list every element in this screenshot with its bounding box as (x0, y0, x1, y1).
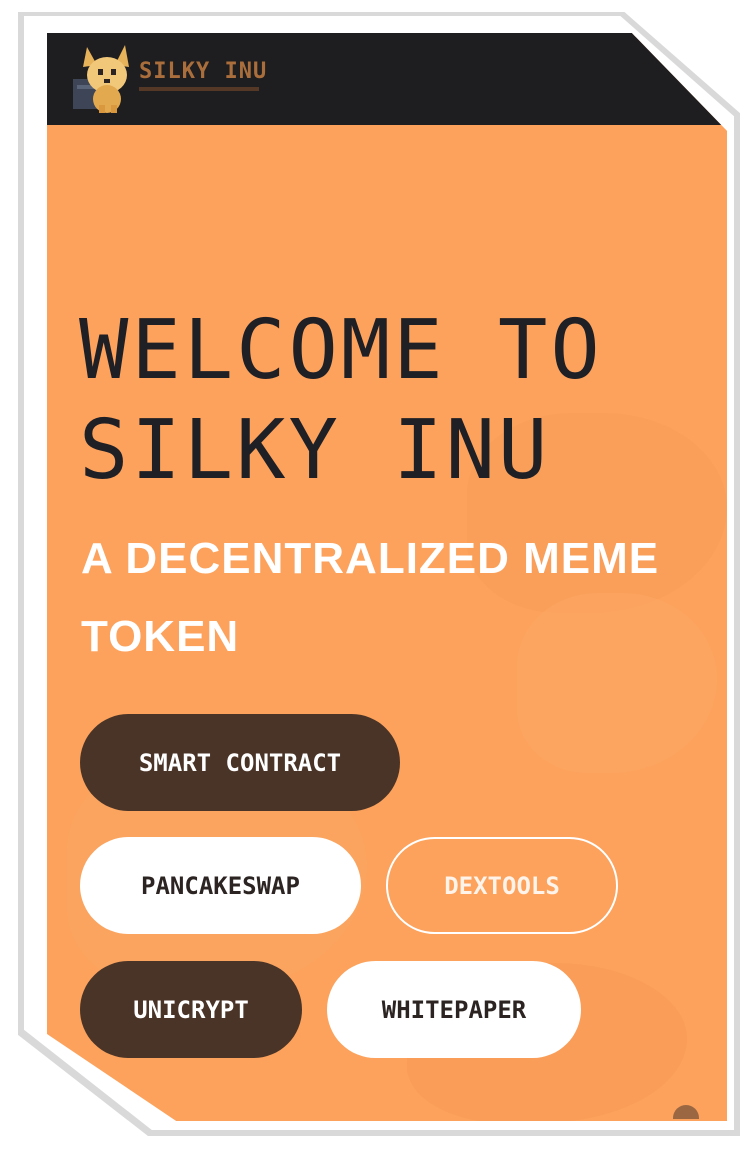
pancakeswap-button[interactable]: PANCAKESWAP (80, 837, 361, 934)
smart-contract-button[interactable]: SMART CONTRACT (80, 714, 400, 811)
site-header: SILKY INU (47, 33, 727, 125)
whitepaper-button[interactable]: WHITEPAPER (327, 961, 581, 1058)
dog-mascot-icon[interactable] (73, 41, 137, 113)
dextools-button[interactable]: DEXTOOLS (386, 837, 618, 934)
page-viewport: SILKY INU WELCOME TO SILKY INU A DECENTR… (47, 33, 727, 1121)
brand-name[interactable]: SILKY INU (139, 59, 267, 84)
hero-title: WELCOME TO SILKY INU (79, 301, 699, 501)
unicrypt-button[interactable]: UNICRYPT (80, 961, 302, 1058)
hero-subtitle-line: A DECENTRALIZED MEME (81, 534, 660, 583)
menu-icon[interactable] (711, 79, 725, 82)
brand-tagline-bar (139, 87, 259, 91)
hero-title-line: SILKY INU (79, 403, 551, 498)
hero-subtitle: A DECENTRALIZED MEME TOKEN (81, 520, 701, 676)
scroll-to-top-icon[interactable] (673, 1105, 699, 1119)
hero-title-line: WELCOME TO (79, 303, 603, 398)
hero-subtitle-line: TOKEN (81, 612, 240, 661)
